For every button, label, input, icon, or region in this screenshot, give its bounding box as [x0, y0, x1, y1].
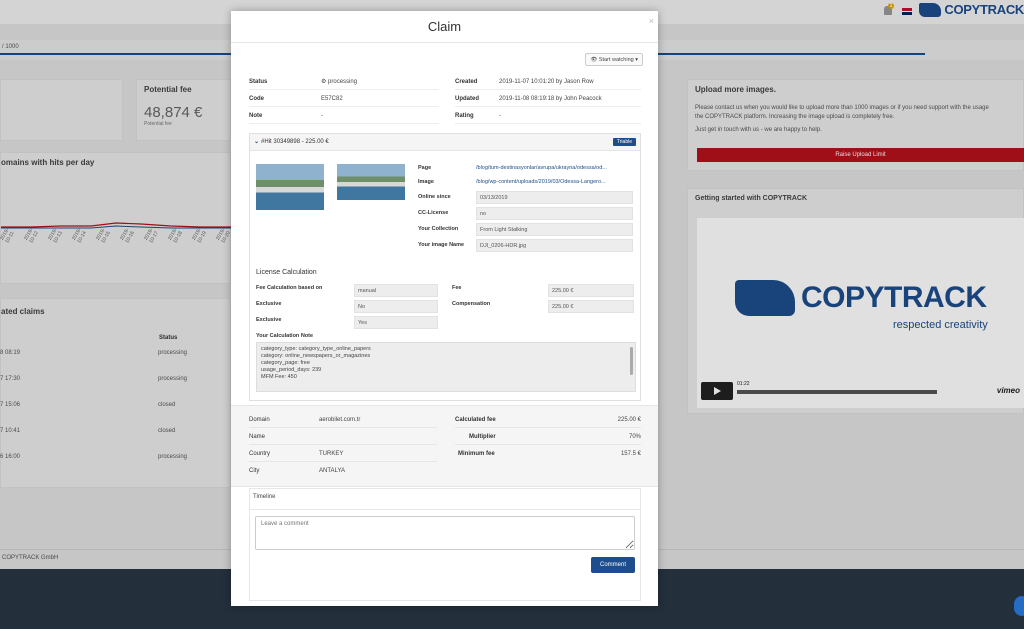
- hit-property-link[interactable]: /blog/wp-content/uploads/2019/03/Odessa-…: [476, 179, 636, 185]
- fee-based-label: Fee Calculation based on: [256, 285, 323, 291]
- hit-property-value: From Light Stalking: [476, 223, 633, 236]
- city-row: City ANTALYA: [249, 463, 437, 479]
- created-value: 2019-11-07 10:01:20 by Jason Row: [499, 79, 594, 85]
- calculation-note-line: category_type: category_type_online_pape…: [261, 346, 371, 352]
- name-label: Name: [249, 434, 266, 440]
- fee-based-value: manual: [354, 284, 438, 297]
- country-row: Country TURKEY: [249, 446, 437, 462]
- hit-property-label: Your Collection: [418, 226, 459, 232]
- city-label: City: [249, 468, 260, 474]
- status-row: Status ⚙ processing: [249, 74, 439, 90]
- code-label: Code: [249, 96, 264, 102]
- hit-property-label: Page: [418, 165, 432, 171]
- claim-modal: Claim × 👁 Start watching ▾ Status ⚙ proce…: [231, 11, 658, 606]
- comment-button[interactable]: Comment: [591, 557, 635, 573]
- note-row: Note -: [249, 108, 439, 124]
- rating-label: Rating: [455, 113, 474, 119]
- calculation-note-line: usage_period_days: 239: [261, 367, 322, 373]
- hit-screenshot-thumbnail[interactable]: [256, 164, 324, 210]
- domain-fee-section: Domain aerobilet.com.tr Name Country TURKE…: [231, 405, 658, 487]
- chevron-down-icon: ⌄: [254, 139, 260, 145]
- compensation-value: 225.00 €: [548, 300, 634, 313]
- comment-input[interactable]: [255, 516, 635, 550]
- exclusive-value-1: No: [354, 300, 438, 313]
- original-image-thumbnail[interactable]: [337, 164, 405, 200]
- calculated-fee-label: Calculated fee: [455, 417, 496, 423]
- hit-panel: ⌄ #Hit 30349898 - 225.00 € Triable Page/b…: [249, 133, 641, 401]
- calculation-note-line: MFM Fee: 450: [261, 374, 297, 380]
- note-value: -: [321, 113, 323, 119]
- hit-title: #Hit 30349898 - 225.00 €: [261, 139, 329, 145]
- calculated-fee-row: Calculated fee 225.00 €: [455, 412, 641, 428]
- city-value: ANTALYA: [319, 468, 346, 474]
- hit-property-link[interactable]: /blog/tum-destinasyonlar/avrupa/ukrayna/…: [476, 165, 636, 171]
- rating-row: Rating -: [455, 108, 641, 124]
- hit-property-label: Image: [418, 179, 434, 185]
- country-label: Country: [249, 451, 271, 457]
- calculated-fee-value: 225.00 €: [617, 417, 641, 423]
- hit-property-value: no: [476, 207, 633, 220]
- hit-property-label: Your image Name: [418, 242, 465, 248]
- minimum-fee-row: Minimum fee 157.5 €: [455, 446, 641, 462]
- exclusive-label-1: Exclusive: [256, 301, 282, 307]
- minimum-fee-label: Minimum fee: [458, 451, 495, 457]
- calculation-note-textarea[interactable]: category_type: category_type_online_pape…: [256, 342, 636, 392]
- license-calculation-title: License Calculation: [256, 269, 317, 276]
- timeline-divider: [250, 509, 640, 510]
- code-row: Code E57C82: [249, 91, 439, 107]
- hit-property-label: Online since: [418, 194, 451, 200]
- hit-property-value: DJI_0206-HDR.jpg: [476, 239, 633, 252]
- fee-value: 225.00 €: [548, 284, 634, 297]
- hit-property-value: 03/13/2019: [476, 191, 633, 204]
- start-watching-button[interactable]: 👁 Start watching ▾: [585, 53, 643, 66]
- modal-title: Claim: [231, 11, 658, 43]
- status-value: ⚙ processing: [321, 79, 358, 85]
- note-scrollbar[interactable]: [630, 347, 633, 375]
- multiplier-row: Multiplier 70%: [455, 429, 641, 445]
- created-label: Created: [455, 79, 478, 85]
- compensation-label: Compensation: [452, 301, 491, 307]
- timeline-title: Timeline: [253, 494, 276, 500]
- multiplier-label: Multiplier: [469, 434, 496, 440]
- fee-label: Fee: [452, 285, 462, 291]
- close-icon[interactable]: ×: [649, 16, 654, 26]
- updated-value: 2019-11-08 08:19:18 by John Peacock: [499, 96, 602, 102]
- country-value: TURKEY: [319, 451, 344, 457]
- status-text: processing: [328, 79, 358, 85]
- multiplier-value: 70%: [628, 434, 641, 440]
- timeline-panel: Timeline Comment: [249, 488, 641, 601]
- domain-value: aerobilet.com.tr: [319, 417, 361, 423]
- name-row: Name: [249, 429, 437, 445]
- calculation-note-label: Your Calculation Note: [256, 333, 314, 339]
- hit-property-label: CC-License: [418, 210, 449, 216]
- triable-badge: Triable: [612, 138, 636, 146]
- exclusive-value-2: Yes: [354, 316, 438, 329]
- note-label: Note: [249, 113, 263, 119]
- domain-label: Domain: [249, 417, 270, 423]
- watch-label: Start watching: [598, 57, 634, 63]
- exclusive-label-2: Exclusive: [256, 317, 282, 323]
- minimum-fee-value: 157.5 €: [620, 451, 641, 457]
- calculation-note-line: category: online_newspapers_or_magazines: [261, 353, 371, 359]
- domain-row: Domain aerobilet.com.tr: [249, 412, 437, 428]
- created-row: Created 2019-11-07 10:01:20 by Jason Row: [455, 74, 641, 90]
- updated-label: Updated: [455, 96, 479, 102]
- hit-header[interactable]: ⌄ #Hit 30349898 - 225.00 €: [250, 134, 640, 151]
- rating-value: -: [499, 113, 501, 119]
- updated-row: Updated 2019-11-08 08:19:18 by John Peaco…: [455, 91, 641, 107]
- status-label: Status: [249, 79, 268, 85]
- code-value: E57C82: [321, 96, 343, 102]
- calculation-note-line: category_page: free: [261, 360, 310, 366]
